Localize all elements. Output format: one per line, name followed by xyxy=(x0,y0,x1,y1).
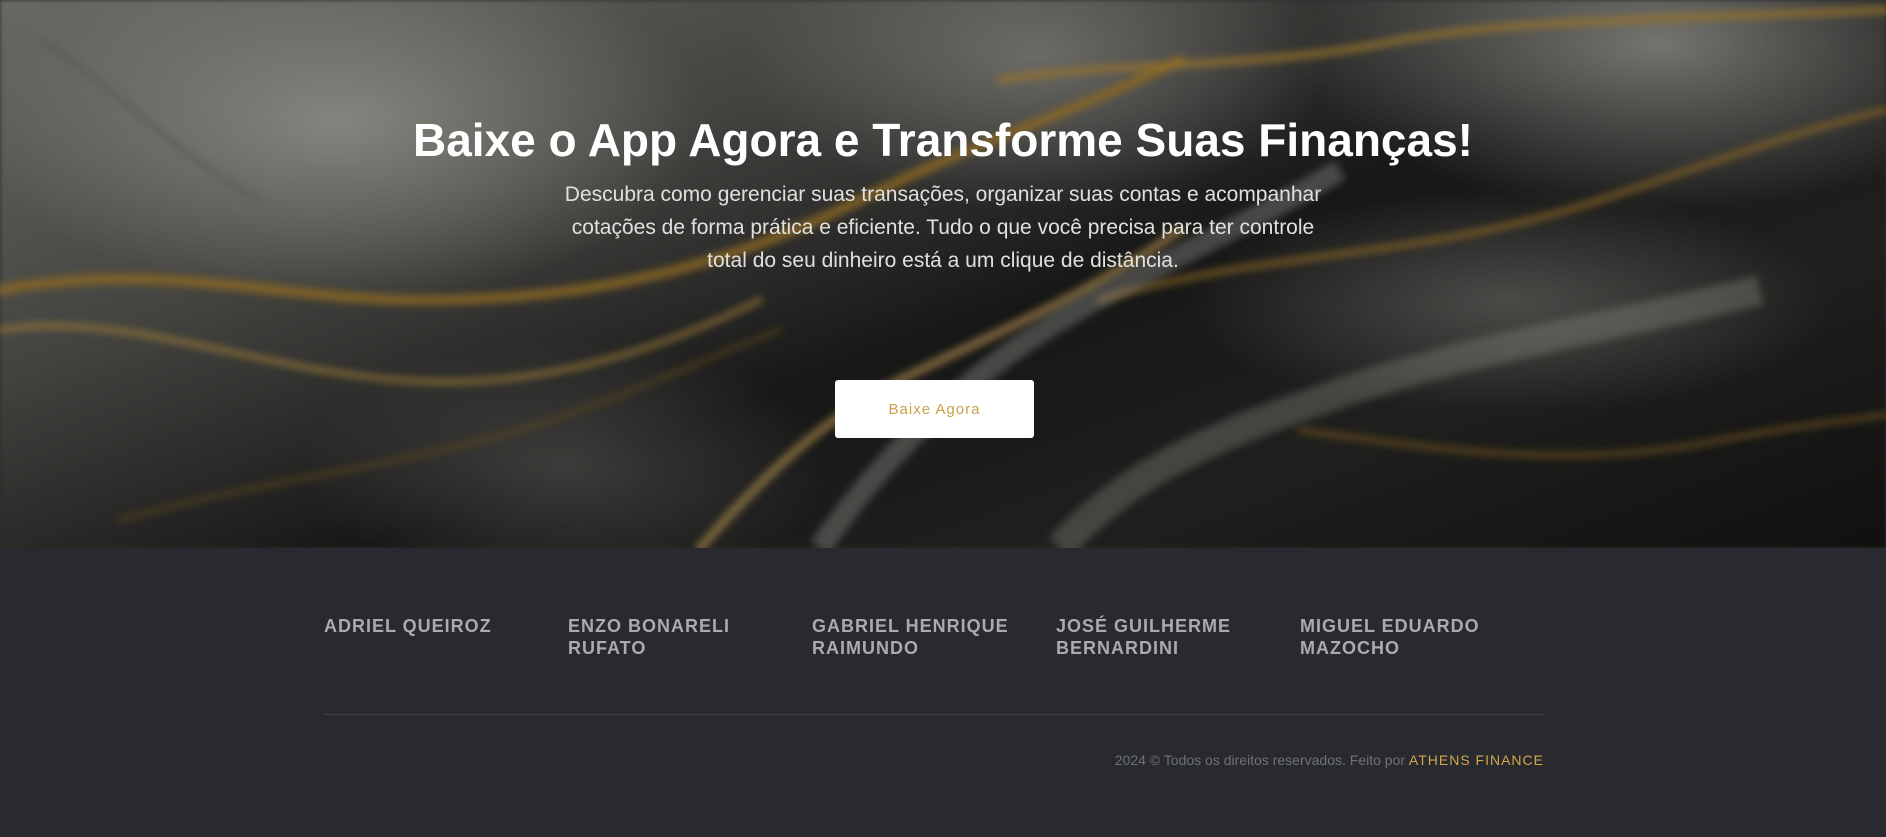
footer: ADRIEL QUEIROZ ENZO BONARELI RUFATO GABR… xyxy=(0,548,1886,837)
footer-divider xyxy=(324,714,1544,715)
landing-page: Baixe o App Agora e Transforme Suas Fina… xyxy=(0,0,1886,837)
team-list: ADRIEL QUEIROZ ENZO BONARELI RUFATO GABR… xyxy=(324,615,1544,659)
brand-link[interactable]: ATHENS FINANCE xyxy=(1409,752,1544,768)
team-member: JOSÉ GUILHERME BERNARDINI xyxy=(1056,616,1232,658)
team-member: MIGUEL EDUARDO MAZOCHO xyxy=(1300,616,1480,658)
copyright-text: 2024 © Todos os direitos reservados. Fei… xyxy=(1115,752,1544,768)
hero-subtitle: Descubra como gerenciar suas transações,… xyxy=(564,183,1322,272)
hero-title: Baixe o App Agora e Transforme Suas Fina… xyxy=(413,114,1473,166)
team-member: ENZO BONARELI RUFATO xyxy=(568,616,731,658)
team-member: GABRIEL HENRIQUE RAIMUNDO xyxy=(812,616,1009,658)
hero-section: Baixe o App Agora e Transforme Suas Fina… xyxy=(0,0,1886,548)
team-member: ADRIEL QUEIROZ xyxy=(324,616,492,636)
copyright-label: 2024 © Todos os direitos reservados. Fei… xyxy=(1114,752,1406,768)
download-now-button[interactable]: Baixe Agora xyxy=(835,380,1034,438)
